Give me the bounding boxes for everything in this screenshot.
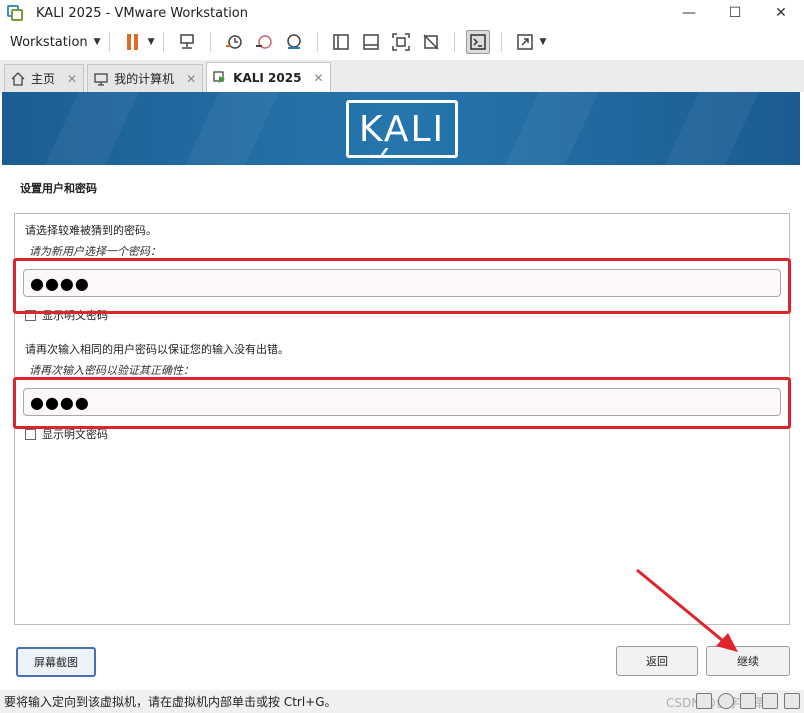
workstation-menu[interactable]: Workstation ▼ — [10, 35, 101, 50]
vmware-app-icon — [6, 4, 24, 22]
show-confirm-password-checkbox[interactable] — [25, 428, 36, 440]
snapshot-clock-icon — [225, 35, 242, 49]
maximize-button[interactable]: ☐ — [712, 0, 758, 26]
password-hint: 请选择较难被猜到的密码。 — [25, 224, 157, 237]
computer-icon — [94, 72, 108, 86]
workstation-menu-label: Workstation — [10, 34, 88, 50]
tab-close-icon[interactable]: ✕ — [313, 71, 323, 85]
usb-icon[interactable] — [762, 693, 778, 709]
console-view-button[interactable] — [465, 30, 490, 54]
tab-label: 主页 — [31, 72, 56, 86]
network-adapter-icon[interactable] — [740, 693, 756, 709]
title-bar: KALI 2025 - VMware Workstation — ☐ ✕ — [0, 0, 804, 26]
toolbar-divider — [162, 32, 164, 52]
tab-kali-2025[interactable]: KALI 2025 ✕ — [206, 62, 331, 92]
window-controls: — ☐ ✕ — [666, 0, 804, 26]
tab-close-icon[interactable]: ✕ — [67, 72, 77, 86]
tab-home[interactable]: 主页 ✕ — [4, 64, 85, 92]
confirm-password-hint: 请再次输入相同的用户密码以保证您的输入没有出错。 — [25, 343, 289, 356]
section-title: 设置用户和密码 — [20, 182, 97, 195]
back-button[interactable]: 返回 — [616, 646, 698, 676]
confirm-password-label: 请再次输入密码以验证其正确性： — [29, 364, 194, 377]
kali-logo: KALI — [346, 100, 458, 158]
annotation-highlight-password — [13, 258, 791, 314]
revert-snapshot-button[interactable] — [252, 30, 276, 54]
toolbar-divider — [209, 32, 211, 52]
toolbar-divider — [316, 32, 318, 52]
expand-arrow-icon — [516, 34, 533, 50]
bottom-panel-icon — [362, 34, 379, 50]
send-ctrl-alt-del-button[interactable] — [175, 30, 199, 54]
pause-button[interactable] — [121, 30, 145, 54]
toolbar-divider — [108, 32, 110, 52]
sidebar-layout-icon — [332, 34, 349, 50]
view-menu-chevron-icon[interactable]: ▼ — [540, 37, 547, 47]
terminal-icon — [469, 34, 486, 50]
chevron-down-icon: ▼ — [93, 37, 101, 47]
snapshot-manager-icon — [286, 34, 301, 49]
status-message: 要将输入定向到该虚拟机，请在虚拟机内部单击或按 Ctrl+G。 — [4, 695, 337, 709]
thumbnail-bar-button[interactable] — [359, 30, 383, 54]
kali-logo-text: KALI — [358, 108, 446, 150]
snapshot-manager-button[interactable] — [282, 30, 306, 54]
continue-button[interactable]: 继续 — [706, 646, 790, 676]
snapshot-button[interactable] — [222, 30, 246, 54]
network-send-icon — [179, 34, 194, 49]
device-status-icons — [696, 693, 800, 709]
vm-icon — [213, 70, 226, 83]
close-button[interactable]: ✕ — [758, 0, 804, 26]
status-bar: 要将输入定向到该虚拟机，请在虚拟机内部单击或按 Ctrl+G。 CSDN @创字… — [0, 690, 804, 713]
full-screen-button[interactable] — [389, 30, 413, 54]
screenshot-button[interactable]: 屏幕截图 — [16, 647, 96, 677]
tab-label: 我的计算机 — [114, 72, 175, 86]
window-title: KALI 2025 - VMware Workstation — [36, 5, 248, 21]
tab-bar: 主页 ✕ 我的计算机 ✕ KALI 2025 ✕ — [0, 60, 804, 92]
stretch-view-button[interactable] — [513, 30, 537, 54]
toolbar-divider — [500, 32, 502, 52]
fullscreen-icon — [391, 33, 410, 51]
revert-snapshot-icon — [255, 35, 272, 49]
pause-icon — [127, 34, 139, 50]
tab-close-icon[interactable]: ✕ — [186, 72, 196, 86]
toolbar-divider — [453, 32, 455, 52]
password-label: 请为新用户选择一个密码： — [29, 245, 161, 258]
show-library-button[interactable] — [329, 30, 353, 54]
kali-banner: KALI — [2, 92, 800, 165]
power-menu-chevron-icon[interactable]: ▼ — [148, 37, 155, 47]
tab-my-computer[interactable]: 我的计算机 ✕ — [87, 64, 204, 92]
cd-drive-icon[interactable] — [718, 693, 734, 709]
annotation-highlight-confirm-password — [13, 377, 791, 429]
sound-icon[interactable] — [784, 693, 800, 709]
minimize-button[interactable]: — — [666, 0, 712, 26]
home-icon — [11, 71, 25, 86]
tab-label: KALI 2025 — [233, 70, 302, 85]
unity-button[interactable] — [419, 30, 443, 54]
hard-disk-icon[interactable] — [696, 693, 712, 709]
unity-disabled-icon — [422, 34, 439, 50]
toolbar: Workstation ▼ ▼ ▼ — [0, 26, 804, 58]
